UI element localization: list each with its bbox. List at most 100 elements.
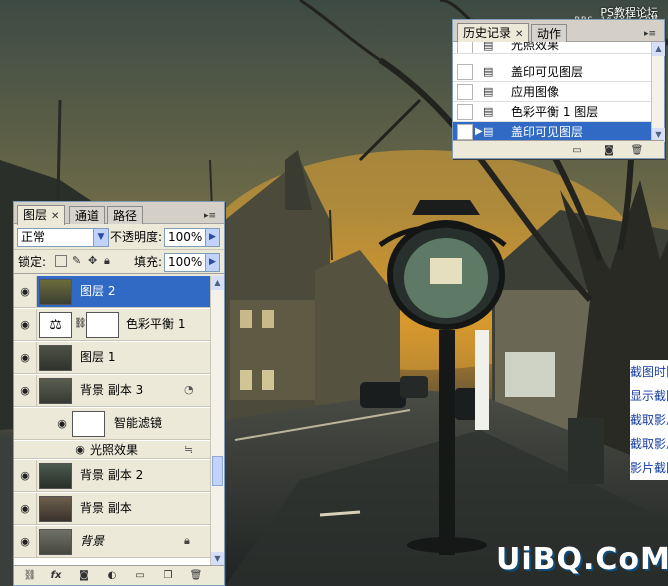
scroll-up-icon[interactable]: ▲ [652,42,665,56]
tab-paths[interactable]: 路径 [107,206,144,224]
tab-paths-label: 路径 [113,209,138,223]
lock-label: 锁定: [18,255,47,269]
visibility-toggle[interactable]: ◉ [14,375,37,406]
new-layer-icon[interactable]: ❐ [160,569,176,583]
layer-row[interactable]: ◉ 背景 副本 2 [14,460,210,492]
history-item-label: 盖印可见图层 [511,125,584,139]
filter-mask-thumbnail[interactable] [72,411,105,437]
eye-icon: ◉ [20,469,30,482]
history-item[interactable]: ▤ 光照效果 [453,42,651,54]
logo-watermark: UiBQ.CoM [496,542,668,577]
tab-channels[interactable]: 通道 [69,206,106,224]
layer-name[interactable]: 色彩平衡 1 [126,317,185,332]
tab-layers[interactable]: 图层 ✕ [17,205,66,225]
snapshot-source-checkbox[interactable] [457,84,473,100]
visibility-toggle[interactable] [14,408,37,439]
layer-row[interactable]: ◉ 背景 🔒︎ [14,526,210,558]
snapshot-source-checkbox[interactable] [457,64,473,80]
lock-transparency-icon[interactable] [55,255,67,267]
tab-actions[interactable]: 动作 [531,24,568,42]
link-chain-icon: ⛓ [74,318,87,329]
side-menu: 截图时隐 显示截图 截取影片 截取影片 影片截图 [630,360,668,480]
layer-name[interactable]: 图层 2 [80,284,115,299]
close-icon[interactable]: ✕ [515,29,523,40]
close-icon[interactable]: ✕ [51,211,59,222]
layer-name[interactable]: 背景 [80,534,104,549]
trash-icon[interactable]: 🗑 [629,144,645,158]
fill-label: 填充: [134,255,163,269]
layer-mask-thumbnail[interactable] [86,312,119,338]
history-slider-icon[interactable]: ▶ [475,126,483,137]
snapshot-source-checkbox[interactable] [457,124,473,140]
layer-row[interactable]: ◉ 背景 副本 [14,493,210,525]
scroll-up-icon[interactable]: ▲ [211,276,224,290]
tab-history[interactable]: 历史记录 ✕ [457,23,530,43]
visibility-toggle[interactable]: ◉ [14,460,37,491]
lock-move-icon[interactable]: ✥ [88,255,100,267]
adjustment-layer-icon[interactable]: ◐ [104,569,120,583]
history-item[interactable]: ▤ 应用图像 [453,82,651,102]
history-item-selected[interactable]: ▶ ▤ 盖印可见图层 [453,122,651,142]
history-item[interactable]: ▤ 色彩平衡 1 图层 [453,102,651,122]
layer-name[interactable]: 图层 1 [80,350,115,365]
link-layers-icon[interactable]: ⛓ [22,569,38,583]
lock-brush-icon[interactable]: ✎ [72,255,84,267]
panel-menu-icon[interactable]: ▸≡ [204,211,220,221]
history-tab-row: 历史记录 ✕ 动作 ▸≡ [453,20,664,43]
eye-icon[interactable]: ◉ [54,417,70,431]
history-state-icon: ▤ [483,105,494,118]
history-item-label: 光照效果 [511,42,560,52]
layer-style-fx-icon[interactable]: fx [48,569,64,583]
layer-row[interactable]: ◉ 图层 2 [14,276,210,308]
visibility-toggle[interactable]: ◉ [14,309,37,340]
scroll-thumb[interactable] [212,456,223,486]
layer-row[interactable]: ◉ 智能滤镜 [14,408,210,440]
new-group-folder-icon[interactable]: ▭ [132,569,148,583]
layer-row[interactable]: ◉ ⚖ ⛓ 色彩平衡 1 [14,309,210,341]
history-item-label: 盖印可见图层 [511,65,584,79]
layer-row[interactable]: ◉ 背景 副本 3 ◔ [14,375,210,407]
eye-icon: ◉ [20,384,30,397]
scroll-down-icon[interactable]: ▼ [211,552,224,566]
tab-actions-label: 动作 [537,27,562,41]
history-scrollbar[interactable]: ▲ ▼ [651,42,665,142]
snapshot-source-checkbox[interactable] [457,104,473,120]
eye-icon[interactable]: ◉ [72,443,88,457]
snapshot-source-checkbox[interactable] [457,42,473,53]
filter-options-icon[interactable]: ≒ [184,443,193,456]
history-item-label: 应用图像 [511,85,560,99]
layers-scrollbar[interactable]: ▲ ▼ [210,276,224,566]
visibility-toggle[interactable]: ◉ [14,493,37,524]
side-menu-item[interactable]: 影片截图 [630,456,668,480]
add-mask-icon[interactable]: ◙ [76,569,92,583]
lock-all-icon[interactable]: 🔒︎ [104,255,116,267]
trash-icon[interactable]: 🗑 [188,569,204,583]
side-menu-item[interactable]: 截取影片 [630,408,668,432]
side-menu-item[interactable]: 显示截图 [630,384,668,408]
panel-menu-icon[interactable]: ▸≡ [644,29,660,39]
fill-input[interactable]: 100% ▶ [164,253,220,272]
layer-thumbnail [39,529,72,555]
blend-mode-select[interactable]: 正常 ▼ [17,228,109,247]
history-state-icon: ▤ [483,65,494,78]
chevron-down-icon[interactable]: ▼ [93,229,108,246]
snapshot-camera-icon[interactable]: ◙ [601,144,617,158]
visibility-toggle[interactable]: ◉ [14,276,37,307]
opacity-value: 100% [168,230,203,244]
layer-row[interactable]: ◉ 图层 1 [14,342,210,374]
filter-name[interactable]: 光照效果 [90,443,138,458]
side-menu-item[interactable]: 截取影片 [630,432,668,456]
layer-name[interactable]: 背景 副本 2 [80,468,143,483]
opacity-slider-arrow-icon[interactable]: ▶ [205,229,219,246]
visibility-toggle[interactable]: ◉ [14,526,37,557]
layer-name[interactable]: 背景 副本 [80,501,132,516]
layer-name[interactable]: 背景 副本 3 [80,383,143,398]
new-document-from-state-icon[interactable]: ▭ [569,144,585,158]
fill-slider-arrow-icon[interactable]: ▶ [205,254,219,271]
side-menu-item[interactable]: 截图时隐 [630,360,668,384]
layer-name[interactable]: 智能滤镜 [114,416,162,431]
history-item[interactable]: ▤ 盖印可见图层 [453,62,651,82]
visibility-toggle[interactable]: ◉ [14,342,37,373]
filter-row[interactable]: ◉ 光照效果 ≒ [14,441,210,459]
opacity-input[interactable]: 100% ▶ [164,228,220,247]
